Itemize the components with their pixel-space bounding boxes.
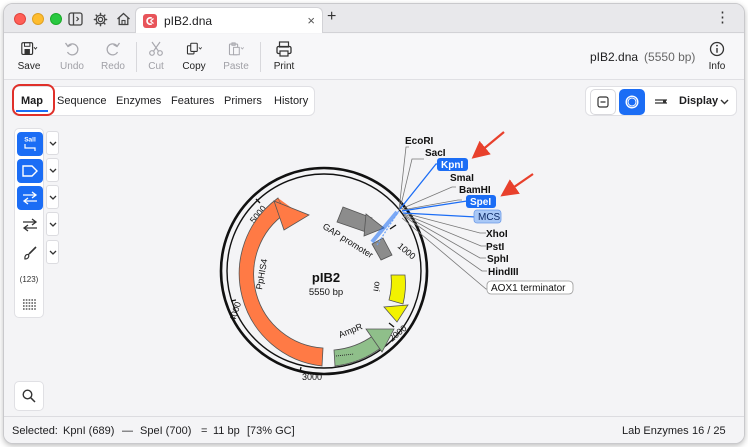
tick-label-3000: 3000 xyxy=(302,372,322,382)
enzyme-psti[interactable]: PstI xyxy=(486,242,505,253)
enzyme-kpni[interactable]: KpnI xyxy=(441,160,463,171)
enzyme-sphi[interactable]: SphI xyxy=(487,254,509,265)
feature-pphis4-arrowhead xyxy=(273,200,310,231)
selection-length: 11 bp xyxy=(213,425,240,437)
selection-end: SpeI (700) xyxy=(140,425,192,437)
app-window: pIB2.dna × + ⋮ Save Undo Redo Cut Copy P… xyxy=(3,3,745,444)
enzyme-ecori[interactable]: EcoRI xyxy=(405,136,434,147)
enzyme-saci[interactable]: SacI xyxy=(425,148,446,159)
feature-ori-arrowhead xyxy=(383,304,409,323)
feature-label-ori: ori xyxy=(371,281,383,293)
enzyme-spei[interactable]: SpeI xyxy=(470,197,491,208)
feature-ori[interactable] xyxy=(388,274,406,305)
plasmid-name: pIB2 xyxy=(312,270,340,285)
plasmid-map[interactable]: 1000 2000 3000 4000 5000 PpHIS4 AmpR ori… xyxy=(4,4,745,416)
selection-start: KpnI (689) xyxy=(63,425,115,437)
feature-label-pphis4: PpHIS4 xyxy=(254,258,269,290)
tick-label-4000: 4000 xyxy=(227,300,243,322)
enzyme-set-selector[interactable]: Lab Enzymes xyxy=(622,425,689,437)
feature-mcs[interactable]: MCS xyxy=(478,212,501,223)
annotation-arrow-spei xyxy=(500,173,534,197)
enzyme-bamhi[interactable]: BamHI xyxy=(459,185,491,196)
selection-dash: — xyxy=(122,425,133,437)
enzyme-xhoi[interactable]: XhoI xyxy=(486,229,508,240)
selection-label: Selected: xyxy=(12,425,58,437)
feature-aox1-terminator[interactable]: AOX1 terminator xyxy=(491,283,566,294)
plasmid-length: 5550 bp xyxy=(309,287,343,298)
selection-equals: = xyxy=(201,425,208,437)
enzyme-count: 16 / 25 xyxy=(692,425,726,437)
enzyme-hindiii[interactable]: HindIII xyxy=(488,267,519,278)
feature-label-ampr: AmpR xyxy=(337,321,364,340)
enzyme-smai[interactable]: SmaI xyxy=(450,173,474,184)
tick-label-1000: 1000 xyxy=(396,241,418,262)
annotation-arrow-kpni xyxy=(471,131,505,159)
selection-gc: [73% GC] xyxy=(247,425,295,437)
status-bar: Selected: KpnI (689) — SpeI (700) = 11 b… xyxy=(4,416,744,443)
